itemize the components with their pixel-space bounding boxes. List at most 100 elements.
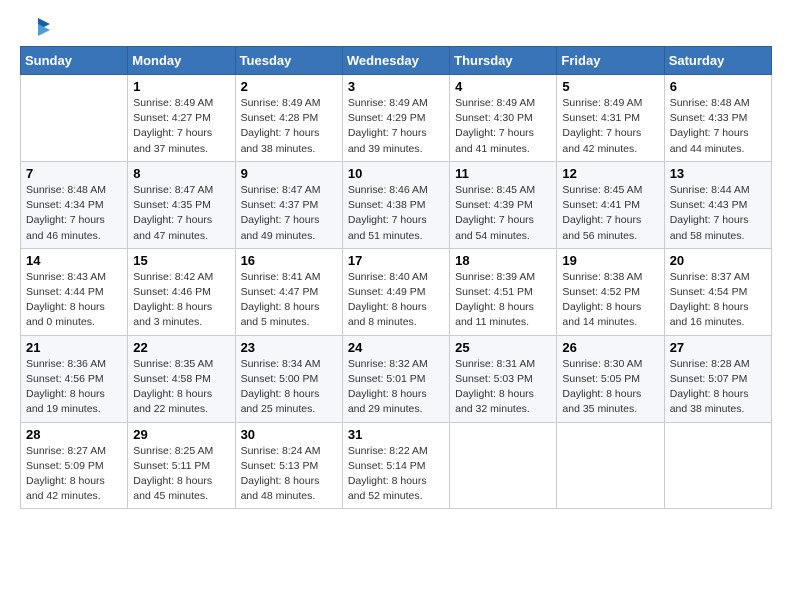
calendar-cell: 26 Sunrise: 8:30 AMSunset: 5:05 PMDaylig… <box>557 335 664 422</box>
calendar-cell: 11 Sunrise: 8:45 AMSunset: 4:39 PMDaylig… <box>450 161 557 248</box>
cell-info: Sunrise: 8:30 AMSunset: 5:05 PMDaylight:… <box>562 358 642 416</box>
cell-info: Sunrise: 8:22 AMSunset: 5:14 PMDaylight:… <box>348 445 428 503</box>
cell-info: Sunrise: 8:35 AMSunset: 4:58 PMDaylight:… <box>133 358 213 416</box>
day-number: 2 <box>241 79 337 94</box>
cell-info: Sunrise: 8:28 AMSunset: 5:07 PMDaylight:… <box>670 358 750 416</box>
day-number: 8 <box>133 166 229 181</box>
cell-info: Sunrise: 8:39 AMSunset: 4:51 PMDaylight:… <box>455 271 535 329</box>
weekday-header-sunday: Sunday <box>21 47 128 75</box>
calendar-cell: 3 Sunrise: 8:49 AMSunset: 4:29 PMDayligh… <box>342 75 449 162</box>
calendar-week-row: 1 Sunrise: 8:49 AMSunset: 4:27 PMDayligh… <box>21 75 772 162</box>
weekday-header-monday: Monday <box>128 47 235 75</box>
header <box>20 16 772 40</box>
day-number: 31 <box>348 427 444 442</box>
calendar-cell: 13 Sunrise: 8:44 AMSunset: 4:43 PMDaylig… <box>664 161 771 248</box>
cell-info: Sunrise: 8:48 AMSunset: 4:33 PMDaylight:… <box>670 97 750 155</box>
weekday-header-thursday: Thursday <box>450 47 557 75</box>
calendar-cell: 10 Sunrise: 8:46 AMSunset: 4:38 PMDaylig… <box>342 161 449 248</box>
day-number: 25 <box>455 340 551 355</box>
calendar-cell: 12 Sunrise: 8:45 AMSunset: 4:41 PMDaylig… <box>557 161 664 248</box>
cell-info: Sunrise: 8:45 AMSunset: 4:39 PMDaylight:… <box>455 184 535 242</box>
day-number: 10 <box>348 166 444 181</box>
day-number: 30 <box>241 427 337 442</box>
calendar-cell: 1 Sunrise: 8:49 AMSunset: 4:27 PMDayligh… <box>128 75 235 162</box>
day-number: 29 <box>133 427 229 442</box>
cell-info: Sunrise: 8:46 AMSunset: 4:38 PMDaylight:… <box>348 184 428 242</box>
cell-info: Sunrise: 8:24 AMSunset: 5:13 PMDaylight:… <box>241 445 321 503</box>
cell-info: Sunrise: 8:48 AMSunset: 4:34 PMDaylight:… <box>26 184 106 242</box>
cell-info: Sunrise: 8:44 AMSunset: 4:43 PMDaylight:… <box>670 184 750 242</box>
weekday-header-saturday: Saturday <box>664 47 771 75</box>
calendar-cell: 29 Sunrise: 8:25 AMSunset: 5:11 PMDaylig… <box>128 422 235 509</box>
calendar-cell: 27 Sunrise: 8:28 AMSunset: 5:07 PMDaylig… <box>664 335 771 422</box>
calendar-cell: 19 Sunrise: 8:38 AMSunset: 4:52 PMDaylig… <box>557 248 664 335</box>
day-number: 1 <box>133 79 229 94</box>
calendar-cell: 5 Sunrise: 8:49 AMSunset: 4:31 PMDayligh… <box>557 75 664 162</box>
logo <box>20 16 52 40</box>
day-number: 6 <box>670 79 766 94</box>
day-number: 16 <box>241 253 337 268</box>
cell-info: Sunrise: 8:47 AMSunset: 4:37 PMDaylight:… <box>241 184 321 242</box>
calendar-week-row: 28 Sunrise: 8:27 AMSunset: 5:09 PMDaylig… <box>21 422 772 509</box>
calendar-cell: 9 Sunrise: 8:47 AMSunset: 4:37 PMDayligh… <box>235 161 342 248</box>
calendar-cell: 2 Sunrise: 8:49 AMSunset: 4:28 PMDayligh… <box>235 75 342 162</box>
calendar-cell <box>450 422 557 509</box>
day-number: 22 <box>133 340 229 355</box>
weekday-header-row: SundayMondayTuesdayWednesdayThursdayFrid… <box>21 47 772 75</box>
cell-info: Sunrise: 8:42 AMSunset: 4:46 PMDaylight:… <box>133 271 213 329</box>
day-number: 26 <box>562 340 658 355</box>
calendar-cell: 4 Sunrise: 8:49 AMSunset: 4:30 PMDayligh… <box>450 75 557 162</box>
calendar-cell <box>664 422 771 509</box>
cell-info: Sunrise: 8:37 AMSunset: 4:54 PMDaylight:… <box>670 271 750 329</box>
cell-info: Sunrise: 8:49 AMSunset: 4:31 PMDaylight:… <box>562 97 642 155</box>
calendar-cell: 31 Sunrise: 8:22 AMSunset: 5:14 PMDaylig… <box>342 422 449 509</box>
cell-info: Sunrise: 8:36 AMSunset: 4:56 PMDaylight:… <box>26 358 106 416</box>
calendar-cell: 25 Sunrise: 8:31 AMSunset: 5:03 PMDaylig… <box>450 335 557 422</box>
cell-info: Sunrise: 8:40 AMSunset: 4:49 PMDaylight:… <box>348 271 428 329</box>
cell-info: Sunrise: 8:41 AMSunset: 4:47 PMDaylight:… <box>241 271 321 329</box>
day-number: 17 <box>348 253 444 268</box>
calendar-table: SundayMondayTuesdayWednesdayThursdayFrid… <box>20 46 772 509</box>
calendar-cell <box>557 422 664 509</box>
day-number: 20 <box>670 253 766 268</box>
cell-info: Sunrise: 8:32 AMSunset: 5:01 PMDaylight:… <box>348 358 428 416</box>
calendar-cell: 15 Sunrise: 8:42 AMSunset: 4:46 PMDaylig… <box>128 248 235 335</box>
calendar-week-row: 21 Sunrise: 8:36 AMSunset: 4:56 PMDaylig… <box>21 335 772 422</box>
calendar-cell: 6 Sunrise: 8:48 AMSunset: 4:33 PMDayligh… <box>664 75 771 162</box>
cell-info: Sunrise: 8:34 AMSunset: 5:00 PMDaylight:… <box>241 358 321 416</box>
day-number: 7 <box>26 166 122 181</box>
cell-info: Sunrise: 8:38 AMSunset: 4:52 PMDaylight:… <box>562 271 642 329</box>
day-number: 4 <box>455 79 551 94</box>
day-number: 9 <box>241 166 337 181</box>
day-number: 27 <box>670 340 766 355</box>
calendar-cell: 8 Sunrise: 8:47 AMSunset: 4:35 PMDayligh… <box>128 161 235 248</box>
calendar-cell: 16 Sunrise: 8:41 AMSunset: 4:47 PMDaylig… <box>235 248 342 335</box>
weekday-header-tuesday: Tuesday <box>235 47 342 75</box>
day-number: 24 <box>348 340 444 355</box>
calendar-cell: 7 Sunrise: 8:48 AMSunset: 4:34 PMDayligh… <box>21 161 128 248</box>
cell-info: Sunrise: 8:43 AMSunset: 4:44 PMDaylight:… <box>26 271 106 329</box>
weekday-header-wednesday: Wednesday <box>342 47 449 75</box>
cell-info: Sunrise: 8:49 AMSunset: 4:29 PMDaylight:… <box>348 97 428 155</box>
day-number: 21 <box>26 340 122 355</box>
calendar-cell: 21 Sunrise: 8:36 AMSunset: 4:56 PMDaylig… <box>21 335 128 422</box>
cell-info: Sunrise: 8:27 AMSunset: 5:09 PMDaylight:… <box>26 445 106 503</box>
day-number: 12 <box>562 166 658 181</box>
day-number: 23 <box>241 340 337 355</box>
day-number: 18 <box>455 253 551 268</box>
calendar-cell: 14 Sunrise: 8:43 AMSunset: 4:44 PMDaylig… <box>21 248 128 335</box>
cell-info: Sunrise: 8:47 AMSunset: 4:35 PMDaylight:… <box>133 184 213 242</box>
day-number: 19 <box>562 253 658 268</box>
calendar-cell: 18 Sunrise: 8:39 AMSunset: 4:51 PMDaylig… <box>450 248 557 335</box>
day-number: 11 <box>455 166 551 181</box>
calendar-cell: 24 Sunrise: 8:32 AMSunset: 5:01 PMDaylig… <box>342 335 449 422</box>
day-number: 28 <box>26 427 122 442</box>
calendar-cell <box>21 75 128 162</box>
calendar-cell: 30 Sunrise: 8:24 AMSunset: 5:13 PMDaylig… <box>235 422 342 509</box>
calendar-cell: 28 Sunrise: 8:27 AMSunset: 5:09 PMDaylig… <box>21 422 128 509</box>
cell-info: Sunrise: 8:45 AMSunset: 4:41 PMDaylight:… <box>562 184 642 242</box>
cell-info: Sunrise: 8:49 AMSunset: 4:27 PMDaylight:… <box>133 97 213 155</box>
calendar-week-row: 7 Sunrise: 8:48 AMSunset: 4:34 PMDayligh… <box>21 161 772 248</box>
day-number: 13 <box>670 166 766 181</box>
day-number: 15 <box>133 253 229 268</box>
